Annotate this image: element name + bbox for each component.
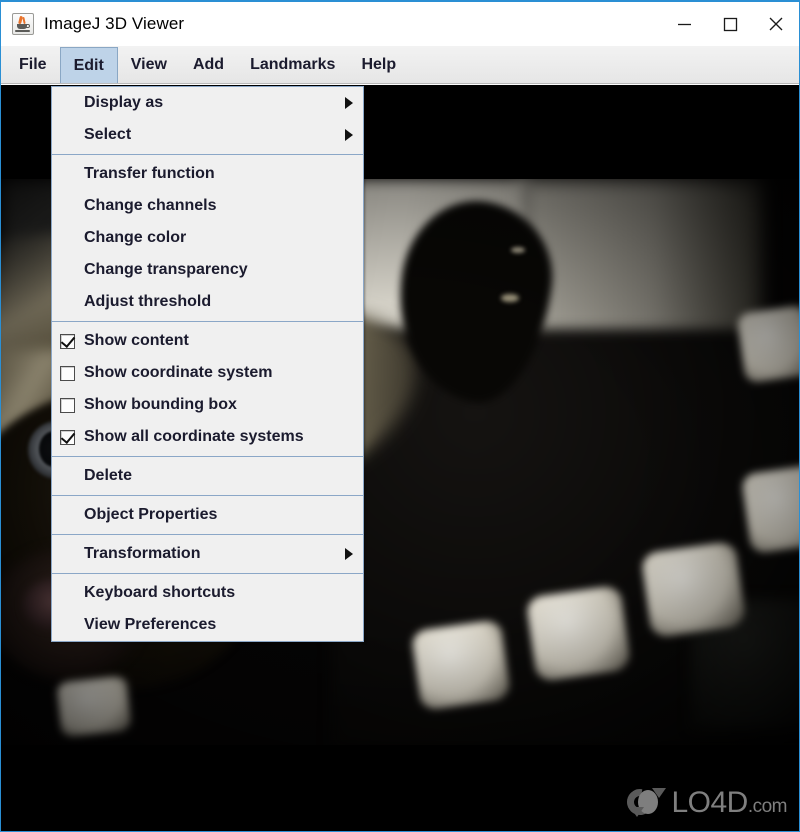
menu-item-label: Show coordinate system <box>84 364 273 381</box>
edit-dropdown-menu: Display as Select Transfer function Chan… <box>51 86 364 642</box>
menu-item-label: Object Properties <box>84 506 218 523</box>
window-title: ImageJ 3D Viewer <box>44 14 185 33</box>
java-coffee-cup-icon <box>12 13 34 35</box>
menu-item-label: Transformation <box>84 545 201 562</box>
lo4d-name: LO4D <box>671 786 748 819</box>
checkbox-checked-icon[interactable] <box>60 429 75 445</box>
menu-item-label: Show content <box>84 332 189 349</box>
menu-item-change-color[interactable]: Change color <box>52 222 363 254</box>
menu-item-label: Change transparency <box>84 261 248 278</box>
title-bar: ImageJ 3D Viewer <box>1 2 799 46</box>
menu-item-label: Keyboard shortcuts <box>84 584 236 601</box>
menu-item-show-content[interactable]: Show content <box>52 325 363 357</box>
menubar-item-view[interactable]: View <box>118 46 180 83</box>
menu-separator <box>52 321 363 322</box>
close-icon[interactable] <box>753 2 799 46</box>
menu-item-transformation[interactable]: Transformation <box>52 538 363 570</box>
lo4d-logo-icon <box>622 783 667 821</box>
menubar-item-landmarks[interactable]: Landmarks <box>237 46 348 83</box>
window-controls <box>661 2 799 46</box>
menu-item-label: Change color <box>84 229 187 246</box>
application-window: ImageJ 3D Viewer File Edit View Add Land… <box>0 0 800 832</box>
menu-separator <box>52 573 363 574</box>
menu-separator <box>52 495 363 496</box>
menu-item-change-channels[interactable]: Change channels <box>52 190 363 222</box>
menu-item-display-as[interactable]: Display as <box>52 87 363 119</box>
menu-item-keyboard-shortcuts[interactable]: Keyboard shortcuts <box>52 577 363 609</box>
submenu-arrow-icon <box>345 97 353 109</box>
menu-item-select[interactable]: Select <box>52 119 363 151</box>
checkbox-checked-icon[interactable] <box>60 333 75 349</box>
menu-item-label: Select <box>84 126 132 143</box>
menu-item-adjust-threshold[interactable]: Adjust threshold <box>52 286 363 318</box>
menu-bar: File Edit View Add Landmarks Help <box>1 46 799 84</box>
menu-separator <box>52 154 363 155</box>
menubar-item-edit[interactable]: Edit <box>59 47 118 83</box>
menu-item-label: Show bounding box <box>84 396 237 413</box>
checkbox-unchecked-icon[interactable] <box>60 365 75 381</box>
menu-item-object-properties[interactable]: Object Properties <box>52 499 363 531</box>
menu-item-label: Delete <box>84 467 133 484</box>
menu-item-label: Show all coordinate systems <box>84 428 304 445</box>
menu-item-label: Adjust threshold <box>84 293 212 310</box>
menu-separator <box>52 534 363 535</box>
menu-item-view-preferences[interactable]: View Preferences <box>52 609 363 641</box>
menubar-item-file[interactable]: File <box>6 46 60 83</box>
maximize-icon[interactable] <box>707 2 753 46</box>
menu-item-label: View Preferences <box>84 616 217 633</box>
menu-item-show-coordinate-system[interactable]: Show coordinate system <box>52 357 363 389</box>
lo4d-watermark: LO4D.com <box>622 783 788 821</box>
menu-item-show-bounding-box[interactable]: Show bounding box <box>52 389 363 421</box>
submenu-arrow-icon <box>345 129 353 141</box>
menu-item-show-all-coordinate-systems[interactable]: Show all coordinate systems <box>52 421 363 453</box>
submenu-arrow-icon <box>345 548 353 560</box>
menu-item-change-transparency[interactable]: Change transparency <box>52 254 363 286</box>
menu-item-label: Change channels <box>84 197 217 214</box>
menubar-item-add[interactable]: Add <box>180 46 237 83</box>
checkbox-unchecked-icon[interactable] <box>60 397 75 413</box>
menubar-item-help[interactable]: Help <box>348 46 409 83</box>
menu-separator <box>52 456 363 457</box>
menu-item-label: Transfer function <box>84 165 215 182</box>
menu-item-transfer-function[interactable]: Transfer function <box>52 158 363 190</box>
lo4d-suffix: .com <box>747 796 788 817</box>
menu-item-label: Display as <box>84 94 164 111</box>
minimize-icon[interactable] <box>661 2 707 46</box>
menu-item-delete[interactable]: Delete <box>52 460 363 492</box>
lo4d-watermark-text: LO4D.com <box>671 786 787 820</box>
